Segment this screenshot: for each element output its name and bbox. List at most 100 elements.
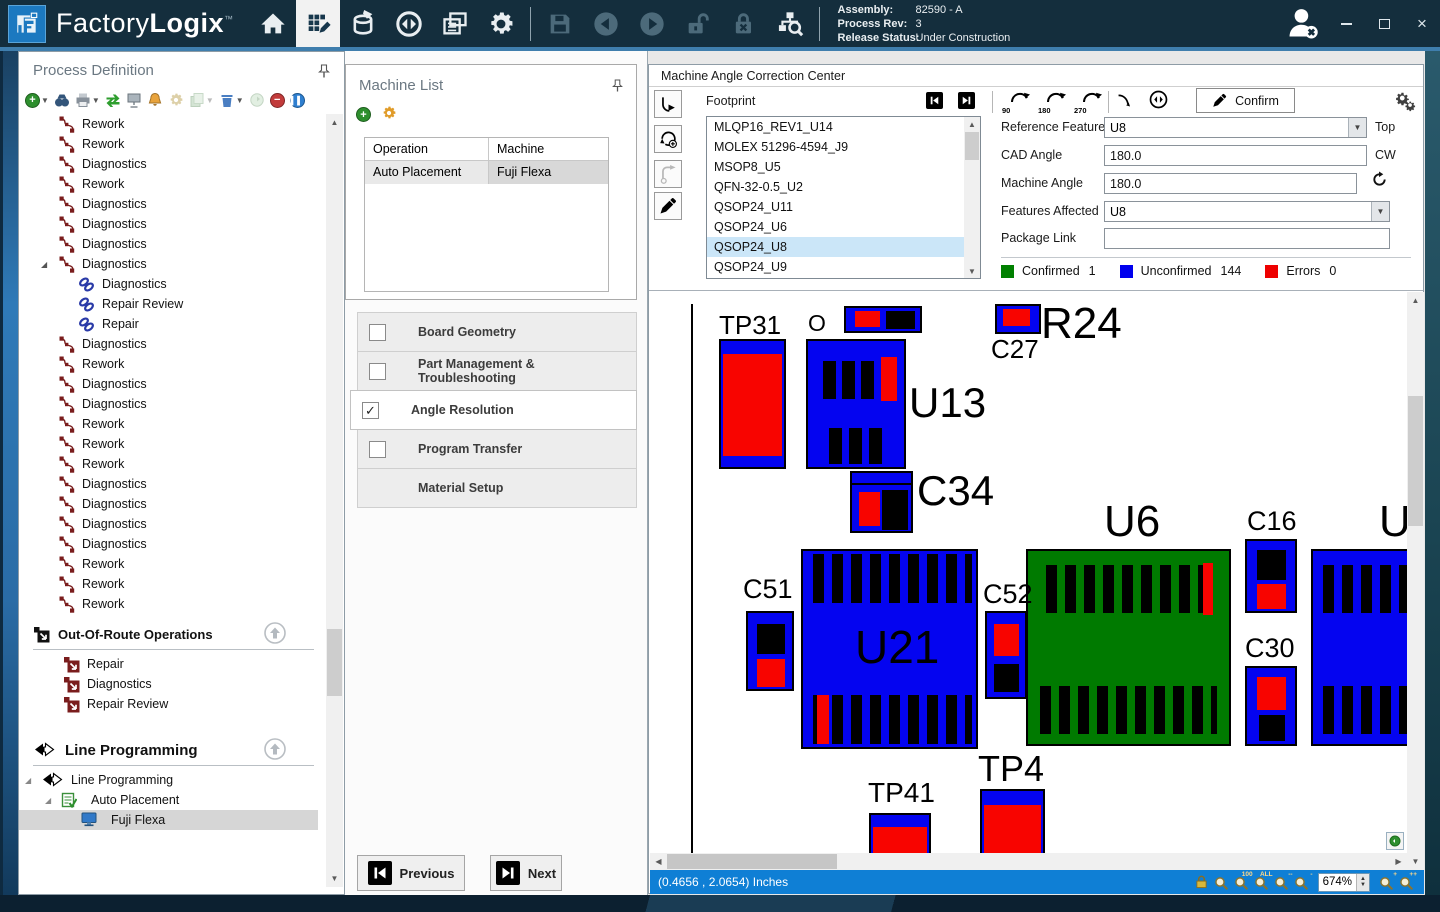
footprint-item-qsop24-u6[interactable]: QSOP24_U6	[707, 217, 980, 237]
step-checkbox[interactable]	[369, 363, 386, 380]
component-c52[interactable]	[985, 611, 1027, 699]
zoom-all-icon[interactable]: ALL	[1252, 873, 1272, 891]
reference-feature-select[interactable]: U8 ▼	[1104, 117, 1367, 138]
tree-item-rework[interactable]: Rework	[19, 114, 328, 134]
oor-item-diagnostics[interactable]: Diagnostics	[19, 674, 328, 694]
tree-item-rework[interactable]: Rework	[19, 414, 328, 434]
rotate-180-button[interactable]: 180	[1037, 89, 1067, 115]
minimize-button[interactable]	[1338, 16, 1354, 32]
tree-item-rework[interactable]: Rework	[19, 354, 328, 374]
promote-icon[interactable]	[264, 738, 286, 763]
footprint-item-qfn-32-0-5-u2[interactable]: QFN-32-0.5_U2	[707, 177, 980, 197]
tree-item-diagnostics[interactable]: ◢Diagnostics	[19, 254, 328, 274]
component-unlabeled[interactable]	[844, 306, 922, 333]
tree-item-diagnostics[interactable]: Diagnostics	[19, 534, 328, 554]
tree-item-diagnostics[interactable]: Diagnostics	[19, 474, 328, 494]
component-tp4[interactable]	[980, 789, 1045, 853]
presentation-icon[interactable]	[126, 92, 142, 108]
tree-item-diagnostics[interactable]: Diagnostics	[19, 274, 328, 294]
zoom-level-spinner[interactable]: 674% ▲▼	[1318, 873, 1370, 892]
footprint-item-msop8-u5[interactable]: MSOP8_U5	[707, 157, 980, 177]
footprint-scrollbar[interactable]: ▲ ▼	[964, 117, 980, 278]
machine-angle-input[interactable]	[1104, 173, 1357, 194]
pin-icon[interactable]	[612, 79, 623, 96]
pcb-horizontal-scrollbar[interactable]: ◀ ▶	[650, 853, 1407, 870]
documents-icon[interactable]	[432, 0, 478, 47]
cad-angle-input[interactable]	[1104, 145, 1367, 166]
component-c27[interactable]	[995, 304, 1041, 334]
birdseye-view-icon[interactable]	[1386, 832, 1404, 850]
cycle-angles-icon[interactable]	[1149, 90, 1168, 112]
line-programming-header[interactable]: Line Programming	[19, 738, 328, 762]
step-program-transfer[interactable]: Program Transfer	[357, 429, 637, 469]
tree-item-rework[interactable]: Rework	[19, 434, 328, 454]
sync-icon[interactable]	[105, 92, 121, 108]
component-tp31[interactable]	[719, 339, 786, 469]
component-c30[interactable]	[1245, 666, 1297, 746]
component-u21[interactable]: U21	[801, 549, 978, 749]
process-search-icon[interactable]	[767, 0, 813, 47]
step-material-setup[interactable]: Material Setup	[357, 468, 637, 508]
zoom-in-icon[interactable]: +	[1376, 873, 1396, 891]
zoom-out-icon[interactable]: -	[1292, 873, 1312, 891]
machine-settings-icon[interactable]	[381, 105, 397, 124]
lp-item-fuji-flexa[interactable]: Fuji Flexa	[19, 810, 318, 830]
table-row[interactable]: Auto Placement Fuji Flexa	[365, 161, 608, 184]
component-u13[interactable]	[806, 339, 906, 469]
lock-icon[interactable]	[1195, 873, 1212, 891]
user-account-icon[interactable]	[1284, 4, 1322, 45]
tree-item-diagnostics[interactable]: Diagnostics	[19, 154, 328, 174]
footprint-item-mlqp16-rev1-u14[interactable]: MLQP16_REV1_U14	[707, 117, 980, 137]
gear-faded-icon[interactable]	[168, 92, 184, 108]
tree-item-rework[interactable]: Rework	[19, 594, 328, 614]
tree-item-diagnostics[interactable]: Diagnostics	[19, 194, 328, 214]
pcb-viewer[interactable]: TP31 O U13 C27 R24	[650, 292, 1407, 853]
delete-icon[interactable]: ▼	[219, 92, 244, 108]
footprint-item-qsop24-u9[interactable]: QSOP24_U9	[707, 257, 980, 277]
package-link-input[interactable]	[1104, 228, 1390, 249]
tree-item-rework[interactable]: Rework	[19, 574, 328, 594]
features-affected-select[interactable]: U8 ▼	[1104, 201, 1390, 222]
tree-item-diagnostics[interactable]: Diagnostics	[19, 334, 328, 354]
find-icon[interactable]	[54, 92, 70, 108]
component-tp41[interactable]	[869, 813, 931, 853]
component-c34[interactable]	[850, 471, 913, 533]
tree-item-rework[interactable]: Rework	[19, 554, 328, 574]
print-icon[interactable]: ▼	[75, 92, 100, 108]
tree-item-diagnostics[interactable]: Diagnostics	[19, 214, 328, 234]
component-u-right[interactable]	[1311, 549, 1407, 746]
tree-item-diagnostics[interactable]: Diagnostics	[19, 394, 328, 414]
settings-gears-icon[interactable]	[1394, 90, 1416, 115]
tree-item-diagnostics[interactable]: Diagnostics	[19, 374, 328, 394]
pcb-vertical-scrollbar[interactable]: ▲ ▼	[1407, 292, 1424, 870]
tree-item-rework[interactable]: Rework	[19, 134, 328, 154]
rotate-corner-button[interactable]	[654, 90, 682, 118]
confirm-button[interactable]: Confirm	[1196, 88, 1295, 113]
zoom-out-far-icon[interactable]: --	[1272, 873, 1292, 891]
dart-button[interactable]	[654, 192, 682, 220]
curve-arrow-icon[interactable]	[1116, 92, 1133, 112]
refresh-angle-icon[interactable]	[1371, 171, 1388, 191]
step-part-management-troubleshooting[interactable]: Part Management & Troubleshooting	[357, 351, 637, 391]
footprint-item-molex-51296-4594-j9[interactable]: MOLEX 51296-4594_J9	[707, 137, 980, 157]
notify-icon[interactable]	[147, 92, 163, 108]
refresh-faded-icon[interactable]	[249, 92, 265, 108]
pause-icon[interactable]: ▌▌	[290, 93, 305, 108]
tree-scrollbar[interactable]: ▲ ▼	[326, 114, 343, 887]
rotate-90-button[interactable]: 90	[1001, 89, 1031, 115]
tree-item-diagnostics[interactable]: Diagnostics	[19, 494, 328, 514]
tree-item-diagnostics[interactable]: Diagnostics	[19, 514, 328, 534]
promote-icon[interactable]	[264, 622, 286, 647]
copy-faded-icon[interactable]: ▼	[189, 92, 214, 108]
lp-item-auto-placement[interactable]: ◢Auto Placement	[19, 790, 328, 810]
footprint-next-icon[interactable]	[958, 92, 975, 109]
tree-item-diagnostics[interactable]: Diagnostics	[19, 234, 328, 254]
settings-icon[interactable]	[478, 0, 524, 47]
step-checkbox[interactable]	[369, 324, 386, 341]
remove-icon[interactable]: −	[270, 93, 285, 108]
next-button[interactable]: Next	[490, 855, 562, 891]
footprint-previous-icon[interactable]	[926, 92, 943, 109]
home-icon[interactable]	[250, 0, 296, 47]
tree-item-repair[interactable]: Repair	[19, 314, 328, 334]
maximize-button[interactable]	[1376, 16, 1392, 32]
